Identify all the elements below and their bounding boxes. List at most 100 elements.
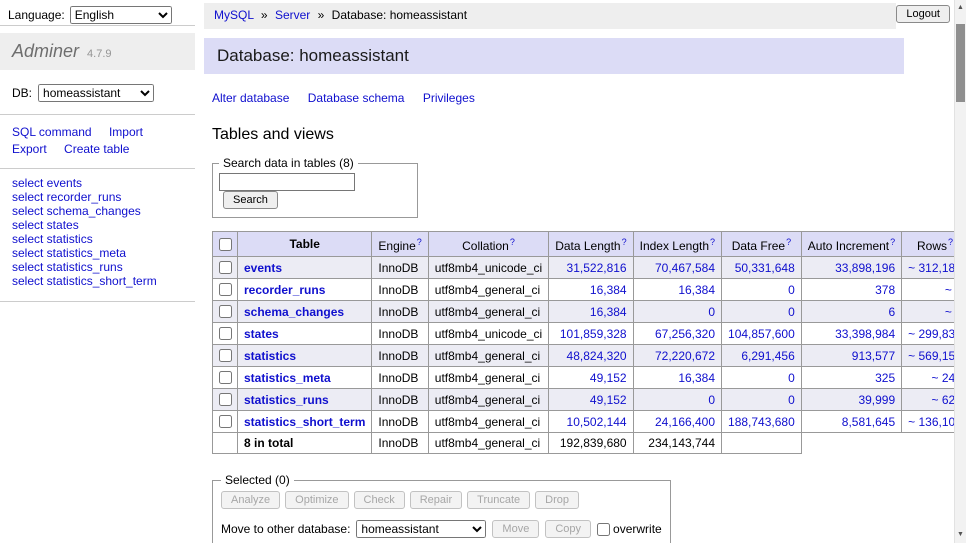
- row-select-checkbox[interactable]: [219, 349, 232, 362]
- auto-increment-link[interactable]: 33,898,196: [835, 261, 895, 275]
- data-length-link[interactable]: 31,522,816: [567, 261, 627, 275]
- data-length-link[interactable]: 48,824,320: [567, 349, 627, 363]
- sidebar-item-select-statistics-runs[interactable]: select statistics_runs: [12, 261, 183, 274]
- index-length-link[interactable]: 24,166,400: [655, 415, 715, 429]
- sidebar-item-select-recorder-runs[interactable]: select recorder_runs: [12, 191, 183, 204]
- data-length-link[interactable]: 10,502,144: [567, 415, 627, 429]
- index-length-link[interactable]: 72,220,672: [655, 349, 715, 363]
- database-schema-link[interactable]: Database schema: [308, 91, 405, 105]
- search-input[interactable]: [219, 173, 355, 191]
- auto-increment-link[interactable]: 913,577: [852, 349, 895, 363]
- drop-button[interactable]: Drop: [535, 491, 579, 509]
- scrollbar-thumb[interactable]: [956, 24, 965, 102]
- help-icon[interactable]: ?: [417, 237, 422, 247]
- index-length-link[interactable]: 67,256,320: [655, 327, 715, 341]
- breadcrumb-mysql-link[interactable]: MySQL: [214, 8, 254, 22]
- data-length-link[interactable]: 16,384: [590, 283, 627, 297]
- data-free-link[interactable]: 0: [788, 305, 795, 319]
- index-length-link[interactable]: 16,384: [678, 371, 715, 385]
- header-index-length: Index Length?: [633, 232, 721, 257]
- data-free-link[interactable]: 104,857,600: [728, 327, 795, 341]
- help-icon[interactable]: ?: [622, 237, 627, 247]
- row-select-checkbox[interactable]: [219, 327, 232, 340]
- help-icon[interactable]: ?: [710, 237, 715, 247]
- privileges-link[interactable]: Privileges: [423, 91, 475, 105]
- db-label: DB:: [12, 86, 32, 100]
- data-free-link[interactable]: 0: [788, 283, 795, 297]
- create-table-action-link[interactable]: Create table: [64, 142, 129, 156]
- database-links: Alter database Database schema Privilege…: [212, 91, 966, 105]
- alter-database-link[interactable]: Alter database: [212, 91, 289, 105]
- move-button[interactable]: Move: [492, 520, 539, 538]
- data-free-link[interactable]: 0: [788, 371, 795, 385]
- repair-button[interactable]: Repair: [410, 491, 462, 509]
- overwrite-option: overwrite: [597, 522, 662, 536]
- auto-increment-link[interactable]: 39,999: [858, 393, 895, 407]
- truncate-button[interactable]: Truncate: [467, 491, 530, 509]
- data-free-link[interactable]: 188,743,680: [728, 415, 795, 429]
- select-all-checkbox[interactable]: [219, 238, 232, 251]
- row-select-checkbox[interactable]: [219, 371, 232, 384]
- auto-increment-link[interactable]: 33,398,984: [835, 327, 895, 341]
- breadcrumb-server-link[interactable]: Server: [275, 8, 310, 22]
- sidebar-item-select-statistics[interactable]: select statistics: [12, 233, 183, 246]
- row-select-checkbox[interactable]: [219, 283, 232, 296]
- search-button[interactable]: Search: [223, 191, 278, 209]
- data-free-link[interactable]: 50,331,648: [735, 261, 795, 275]
- language-select[interactable]: English: [70, 6, 172, 24]
- data-length-link[interactable]: 49,152: [590, 371, 627, 385]
- data-length-link[interactable]: 16,384: [590, 305, 627, 319]
- data-free-link[interactable]: 0: [788, 393, 795, 407]
- table-name-link[interactable]: statistics_short_term: [244, 415, 365, 429]
- data-length-link[interactable]: 101,859,328: [560, 327, 627, 341]
- auto-increment-link[interactable]: 378: [875, 283, 895, 297]
- export-link[interactable]: Export: [12, 142, 47, 156]
- table-name-link[interactable]: events: [244, 261, 282, 275]
- sidebar-item-select-events[interactable]: select events: [12, 177, 183, 190]
- analyze-button[interactable]: Analyze: [221, 491, 280, 509]
- engine-value: InnoDB: [372, 345, 428, 367]
- table-name-link[interactable]: statistics: [244, 349, 296, 363]
- sidebar-item-select-schema-changes[interactable]: select schema_changes: [12, 205, 183, 218]
- move-label: Move to other database:: [221, 522, 350, 536]
- table-name-link[interactable]: states: [244, 327, 279, 341]
- index-length-link[interactable]: 70,467,584: [655, 261, 715, 275]
- data-free-link[interactable]: 6,291,456: [741, 349, 794, 363]
- sidebar-item-select-statistics-short-term[interactable]: select statistics_short_term: [12, 275, 183, 288]
- sql-command-link[interactable]: SQL command: [12, 125, 92, 139]
- overwrite-checkbox[interactable]: [597, 523, 610, 536]
- auto-increment-link[interactable]: 325: [875, 371, 895, 385]
- help-icon[interactable]: ?: [948, 237, 953, 247]
- help-icon[interactable]: ?: [786, 237, 791, 247]
- check-button[interactable]: Check: [354, 491, 405, 509]
- scrollbar-up-icon[interactable]: ▲: [955, 1, 966, 15]
- db-select[interactable]: homeassistant: [38, 84, 154, 102]
- index-length-link[interactable]: 16,384: [678, 283, 715, 297]
- table-name-link[interactable]: recorder_runs: [244, 283, 325, 297]
- help-icon[interactable]: ?: [510, 237, 515, 247]
- row-select-checkbox[interactable]: [219, 415, 232, 428]
- auto-increment-link[interactable]: 8,581,645: [842, 415, 895, 429]
- logout-button[interactable]: Logout: [896, 5, 950, 23]
- import-link[interactable]: Import: [109, 125, 143, 139]
- help-icon[interactable]: ?: [890, 237, 895, 247]
- data-length-link[interactable]: 49,152: [590, 393, 627, 407]
- auto-increment-link[interactable]: 6: [888, 305, 895, 319]
- scrollbar[interactable]: ▲ ▼: [954, 0, 966, 543]
- scrollbar-down-icon[interactable]: ▼: [955, 528, 966, 542]
- index-length-link[interactable]: 0: [708, 393, 715, 407]
- sidebar-item-select-states[interactable]: select states: [12, 219, 183, 232]
- index-length-link[interactable]: 0: [708, 305, 715, 319]
- row-select-checkbox[interactable]: [219, 305, 232, 318]
- row-select-checkbox[interactable]: [219, 393, 232, 406]
- optimize-button[interactable]: Optimize: [285, 491, 348, 509]
- copy-button[interactable]: Copy: [545, 520, 591, 538]
- sidebar-item-select-statistics-meta[interactable]: select statistics_meta: [12, 247, 183, 260]
- total-label: 8 in total: [238, 433, 372, 454]
- select-all-cell: [213, 232, 238, 257]
- row-select-checkbox[interactable]: [219, 261, 232, 274]
- table-name-link[interactable]: schema_changes: [244, 305, 344, 319]
- table-name-link[interactable]: statistics_meta: [244, 371, 331, 385]
- move-db-select[interactable]: homeassistant: [356, 520, 486, 538]
- table-name-link[interactable]: statistics_runs: [244, 393, 329, 407]
